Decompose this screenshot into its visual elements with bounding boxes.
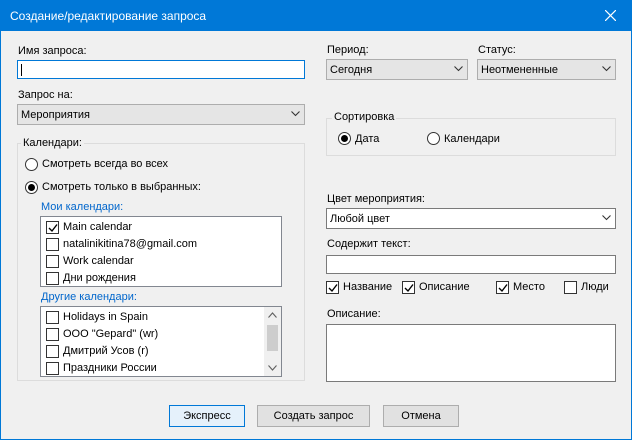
list-item[interactable]: ООО "Gepard" (wr) xyxy=(41,326,263,343)
event-color-select[interactable]: Любой цвет xyxy=(326,208,616,229)
list-item-label: natalinikitina78@gmail.com xyxy=(63,238,198,250)
text-caret xyxy=(21,64,22,76)
my-calendars-label: Мои календари: xyxy=(41,201,124,213)
checkmark-icon xyxy=(498,284,508,293)
period-select[interactable]: Сегодня xyxy=(326,59,468,80)
list-item-label: Дни рождения xyxy=(63,272,136,284)
search-in-place-label: Место xyxy=(513,281,545,293)
scroll-down-icon[interactable] xyxy=(268,365,277,371)
search-in-place-checkbox[interactable] xyxy=(496,281,509,294)
status-value: Неотмененные xyxy=(481,64,559,76)
list-item-label: ООО "Gepard" (wr) xyxy=(63,328,159,340)
description-label: Описание: xyxy=(327,308,381,320)
list-item[interactable]: Work calendar xyxy=(41,253,281,270)
period-value: Сегодня xyxy=(330,64,373,76)
checkbox[interactable] xyxy=(46,255,59,268)
event-color-value: Любой цвет xyxy=(330,213,390,225)
checkbox[interactable] xyxy=(46,328,59,341)
vertical-scrollbar[interactable] xyxy=(264,307,281,376)
checkbox[interactable] xyxy=(46,221,59,234)
search-in-description-checkbox[interactable] xyxy=(402,281,415,294)
list-item-label: Work calendar xyxy=(63,255,134,267)
checkbox[interactable] xyxy=(46,311,59,324)
list-item[interactable]: Main calendar xyxy=(41,219,281,236)
checkmark-icon xyxy=(328,284,338,293)
express-button[interactable]: Экспресс xyxy=(169,405,245,427)
query-name-label: Имя запроса: xyxy=(18,45,87,57)
contains-text-input[interactable] xyxy=(326,255,616,274)
event-color-label: Цвет мероприятия: xyxy=(327,193,425,205)
calendars-group-label: Календари: xyxy=(21,137,84,149)
radio-selected-calendars-label: Смотреть только в выбранных: xyxy=(42,181,201,193)
sort-by-calendars-radio[interactable] xyxy=(427,132,440,145)
other-calendars-label: Другие календари: xyxy=(41,291,137,303)
window-title: Создание/редактирование запроса xyxy=(10,9,207,23)
list-item-label: Holidays in Spain xyxy=(63,311,148,323)
list-item[interactable]: Дмитрий Усов (r) xyxy=(41,343,263,360)
radio-selected-calendars[interactable] xyxy=(25,181,38,194)
checkmark-icon xyxy=(404,284,414,293)
search-in-description-label: Описание xyxy=(419,281,470,293)
search-in-name-checkbox[interactable] xyxy=(326,281,339,294)
chevron-down-icon xyxy=(602,215,611,221)
chevron-down-icon xyxy=(454,66,463,72)
status-select[interactable]: Неотмененные xyxy=(477,59,616,80)
other-calendars-list[interactable]: Holidays in Spain ООО "Gepard" (wr) Дмит… xyxy=(40,306,282,377)
checkbox[interactable] xyxy=(46,272,59,285)
sort-group-label: Сортировка xyxy=(332,111,397,123)
search-in-people-checkbox[interactable] xyxy=(564,281,577,294)
cancel-button[interactable]: Отмена xyxy=(383,405,459,427)
search-in-name-label: Название xyxy=(343,281,393,293)
scroll-up-icon[interactable] xyxy=(268,312,277,318)
list-item[interactable]: Праздники России xyxy=(41,360,263,377)
checkbox[interactable] xyxy=(46,238,59,251)
query-on-label: Запрос на: xyxy=(18,89,73,101)
query-name-input[interactable] xyxy=(17,60,305,79)
radio-all-calendars-label: Смотреть всегда во всех xyxy=(42,158,169,170)
search-in-people-label: Люди xyxy=(581,281,609,293)
sort-by-date-radio[interactable] xyxy=(338,132,351,145)
list-item[interactable]: natalinikitina78@gmail.com xyxy=(41,236,281,253)
sort-by-calendars-label: Календари xyxy=(444,133,500,145)
query-on-select[interactable]: Мероприятия xyxy=(17,104,305,125)
create-query-button[interactable]: Создать запрос xyxy=(257,405,370,427)
dialog-window: Создание/редактирование запроса Имя запр… xyxy=(0,0,632,440)
list-item-label: Дмитрий Усов (r) xyxy=(63,345,149,357)
radio-all-calendars[interactable] xyxy=(25,158,38,171)
contains-text-label: Содержит текст: xyxy=(327,238,411,250)
chevron-down-icon xyxy=(291,111,300,117)
status-label: Статус: xyxy=(478,44,516,56)
checkbox[interactable] xyxy=(46,345,59,358)
close-icon xyxy=(605,10,616,21)
checkbox[interactable] xyxy=(46,362,59,375)
close-button[interactable] xyxy=(591,1,631,31)
chevron-down-icon xyxy=(602,66,611,72)
title-bar: Создание/редактирование запроса xyxy=(1,1,631,31)
query-on-value: Мероприятия xyxy=(21,109,90,121)
list-item[interactable]: Дни рождения xyxy=(41,270,281,287)
list-item-label: Праздники России xyxy=(63,362,157,374)
description-textarea[interactable] xyxy=(326,324,616,382)
list-item-label: Main calendar xyxy=(63,221,133,233)
my-calendars-list[interactable]: Main calendar natalinikitina78@gmail.com… xyxy=(40,216,282,287)
period-label: Период: xyxy=(327,44,369,56)
checkmark-icon xyxy=(48,224,58,233)
list-item[interactable]: Holidays in Spain xyxy=(41,309,263,326)
sort-by-date-label: Дата xyxy=(355,133,380,145)
scrollbar-thumb[interactable] xyxy=(267,325,278,351)
